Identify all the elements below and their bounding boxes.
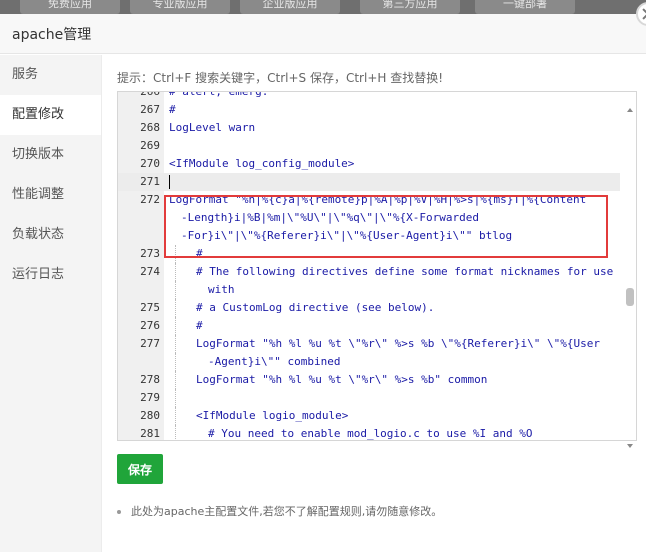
config-note: 此处为apache主配置文件,若您不了解配置规则,请勿随意修改。 [117, 503, 442, 519]
line-number: 275 [140, 301, 160, 314]
sidebar-item-load-status[interactable]: 负载状态 [0, 215, 101, 255]
save-button[interactable]: 保存 [117, 454, 163, 484]
code-text: LogLevel warn [169, 121, 256, 134]
sidebar-item-service[interactable]: 服务 [0, 55, 101, 95]
background-tab: 一键部署 [475, 0, 575, 14]
sidebar-item-run-log[interactable]: 运行日志 [0, 255, 101, 295]
line-number: 276 [140, 319, 160, 332]
line-number: 274 [140, 265, 160, 278]
code-line[interactable]: 280 <IfModule logio_module> [118, 407, 620, 425]
dialog-titlebar: apache管理 [0, 14, 646, 54]
code-text: # The following directives define some f… [196, 265, 614, 278]
code-line[interactable]: 266 # alert, emerg. [118, 91, 620, 101]
code-text: with [208, 283, 235, 296]
code-line[interactable]: 277 LogFormat "%h %l %u %t \"%r\" %>s %b… [118, 335, 620, 353]
code-text: # alert, emerg. [169, 91, 269, 98]
sidebar-item-config[interactable]: 配置修改 [0, 95, 101, 135]
code-line[interactable]: 275 # a CustomLog directive (see below). [118, 299, 620, 317]
code-line[interactable]: 276 # [118, 317, 620, 335]
scrollbar-thumb[interactable] [626, 288, 634, 306]
code-line[interactable]: 270 <IfModule log_config_module> [118, 155, 620, 173]
line-number: 266 [140, 91, 160, 98]
code-text: LogFormat "%h %l %u %t \"%r\" %>s %b \"%… [196, 337, 600, 350]
line-number: 270 [140, 157, 160, 170]
editor-scrollbar[interactable] [624, 106, 636, 452]
scroll-up-icon[interactable] [627, 108, 633, 112]
config-code-editor[interactable]: 266 # alert, emerg. 267 # 268 LogLevel w… [117, 91, 637, 441]
indent-guide [175, 353, 176, 371]
indent-guide [175, 335, 176, 353]
code-text: <IfModule log_config_module> [169, 157, 355, 170]
text-cursor [169, 175, 170, 189]
background-tab: 企业版应用 [240, 0, 340, 14]
indent-guide [175, 407, 176, 425]
line-number: 278 [140, 373, 160, 386]
indent-guide [175, 263, 176, 281]
code-line[interactable]: 268 LogLevel warn [118, 119, 620, 137]
scroll-down-icon[interactable] [627, 444, 633, 448]
line-number: 281 [140, 427, 160, 440]
code-text: LogFormat "%h %l %u %t \"%r\" %>s %b" co… [196, 373, 488, 386]
indent-guide [175, 317, 176, 335]
dialog-title: apache管理 [12, 27, 92, 43]
line-number: 273 [140, 247, 160, 260]
code-line[interactable]: 278 LogFormat "%h %l %u %t \"%r\" %>s %b… [118, 371, 620, 389]
line-number: 277 [140, 337, 160, 350]
code-line[interactable]: 279 [118, 389, 620, 407]
bullet-icon [117, 510, 121, 514]
line-number: 280 [140, 409, 160, 422]
sidebar: 服务 配置修改 切换版本 性能调整 负载状态 运行日志 [0, 55, 102, 552]
code-line-wrap[interactable]: -Agent}i\"" combined [118, 353, 620, 371]
code-line-active[interactable]: 271 [118, 173, 620, 191]
code-line-wrap[interactable]: with [118, 281, 620, 299]
highlight-annotation-box [164, 195, 608, 258]
code-line[interactable]: 281 # You need to enable mod_logio.c to … [118, 425, 620, 440]
line-number: 267 [140, 103, 160, 116]
indent-guide [175, 371, 176, 389]
line-number: 279 [140, 391, 160, 404]
indent-guide [175, 425, 176, 440]
code-text: # You need to enable mod_logio.c to use … [208, 427, 533, 440]
code-text: # a CustomLog directive (see below). [196, 301, 435, 314]
line-number: 272 [140, 193, 160, 206]
code-text: # [196, 319, 203, 332]
background-tab: 免费应用 [20, 0, 120, 14]
apache-manager-dialog: apache管理 服务 配置修改 切换版本 性能调整 负载状态 运行日志 提示：… [0, 2, 646, 552]
indent-guide [175, 281, 176, 299]
code-text: # [169, 103, 176, 116]
background-tab: 第三方应用 [360, 0, 460, 14]
sidebar-item-performance[interactable]: 性能调整 [0, 175, 101, 215]
line-number: 268 [140, 121, 160, 134]
indent-guide [175, 389, 176, 407]
line-number: 271 [140, 175, 160, 188]
code-text: <IfModule logio_module> [196, 409, 349, 422]
indent-guide [175, 299, 176, 317]
code-line[interactable]: 267 # [118, 101, 620, 119]
code-line[interactable]: 269 [118, 137, 620, 155]
background-tab-bar: 免费应用 专业版应用 企业版应用 第三方应用 一键部署 [0, 0, 646, 14]
code-text: -Agent}i\"" combined [208, 355, 341, 368]
background-tab: 专业版应用 [130, 0, 230, 14]
shortcut-tip: 提示：Ctrl+F 搜索关键字，Ctrl+S 保存，Ctrl+H 查找替换! [117, 71, 444, 85]
code-line[interactable]: 274 # The following directives define so… [118, 263, 620, 281]
sidebar-item-version[interactable]: 切换版本 [0, 135, 101, 175]
line-number: 269 [140, 139, 160, 152]
config-note-text: 此处为apache主配置文件,若您不了解配置规则,请勿随意修改。 [131, 505, 443, 518]
